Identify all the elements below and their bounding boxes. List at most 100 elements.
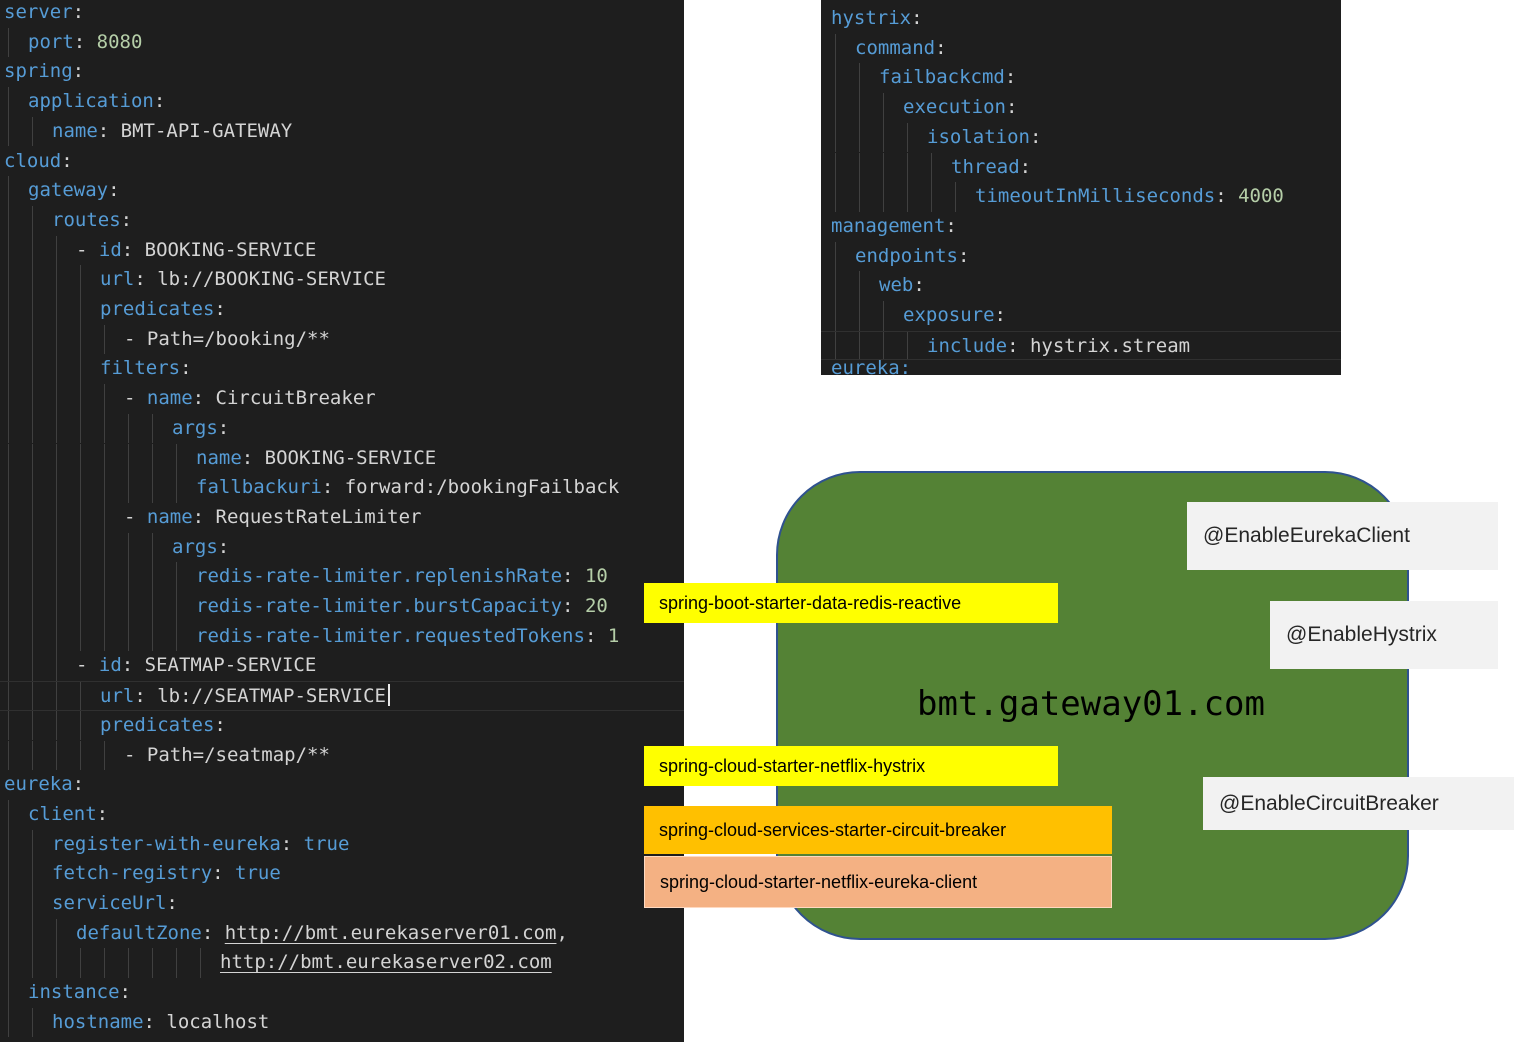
code-line: - name: RequestRateLimiter bbox=[0, 502, 684, 533]
indent-guide bbox=[56, 621, 57, 652]
indent-guide bbox=[176, 948, 177, 979]
code-line: eureka: bbox=[0, 770, 684, 800]
code-line: routes: bbox=[0, 205, 684, 236]
right-yaml-editor[interactable]: · eureka: hystrix:command:failbackcmd:ex… bbox=[821, 0, 1341, 375]
code-line: - Path=/seatmap/** bbox=[0, 740, 684, 771]
indent-guide bbox=[104, 473, 105, 503]
code-line: spring: bbox=[0, 57, 684, 87]
indent-guide bbox=[8, 682, 9, 710]
code-line: redis-rate-limiter.replenishRate: 10 bbox=[0, 562, 684, 592]
yaml-link[interactable]: http://bmt.eurekaserver02.com bbox=[220, 951, 552, 973]
code-line: management: bbox=[821, 212, 1341, 242]
yaml-link[interactable]: http://bmt.eurekaserver01.com bbox=[225, 922, 557, 944]
code-line: instance: bbox=[0, 978, 684, 1008]
indent-guide bbox=[859, 271, 860, 301]
indent-guide bbox=[32, 265, 33, 295]
indent-guide bbox=[128, 443, 129, 474]
yaml-key: spring bbox=[4, 60, 73, 83]
indent-guide bbox=[8, 978, 9, 1008]
indent-guide bbox=[80, 473, 81, 503]
code-text: redis-rate-limiter.requestedTokens: 1 bbox=[196, 624, 620, 647]
yaml-value: Path=/seatmap/** bbox=[146, 743, 330, 766]
indent-guide bbox=[32, 443, 33, 474]
yaml-key: serviceUrl bbox=[52, 892, 167, 914]
code-text: redis-rate-limiter.burstCapacity: 20 bbox=[196, 595, 608, 617]
yaml-key: exposure bbox=[903, 304, 995, 326]
indent-guide bbox=[835, 331, 836, 360]
yaml-key: name bbox=[52, 119, 98, 142]
code-text: predicates: bbox=[100, 298, 226, 320]
indent-guide bbox=[32, 413, 33, 444]
indent-guide bbox=[8, 116, 9, 147]
code-text: gateway: bbox=[28, 179, 120, 202]
indent-guide bbox=[32, 1007, 33, 1038]
indent-guide bbox=[907, 331, 908, 360]
code-text: defaultZone: http://bmt.eurekaserver01.c… bbox=[76, 921, 568, 944]
code-text: eureka: bbox=[4, 773, 85, 796]
code-text: fallbackuri: forward:/bookingFailback bbox=[196, 476, 620, 499]
code-text: isolation: bbox=[927, 125, 1042, 148]
code-line: endpoints: bbox=[821, 241, 1341, 272]
code-text: url: lb://SEATMAP-SERVICE bbox=[100, 682, 390, 712]
yaml-key: name bbox=[196, 446, 242, 469]
indent-guide bbox=[883, 182, 884, 212]
code-line: fallbackuri: forward:/bookingFailback bbox=[0, 473, 684, 503]
code-line: fetch-registry: true bbox=[0, 859, 684, 889]
indent-guide bbox=[859, 122, 860, 153]
yaml-value: lb://BOOKING-SERVICE bbox=[157, 268, 386, 291]
indent-guide bbox=[104, 621, 105, 652]
code-line: predicates: bbox=[0, 295, 684, 325]
yaml-key: args bbox=[172, 416, 218, 439]
yaml-value: lb://SEATMAP-SERVICE bbox=[157, 685, 386, 708]
code-text: redis-rate-limiter.replenishRate: 10 bbox=[196, 565, 608, 588]
code-line: isolation: bbox=[821, 122, 1341, 153]
indent-guide bbox=[56, 265, 57, 295]
yaml-key: client bbox=[28, 802, 97, 825]
indent-guide bbox=[104, 592, 105, 622]
yaml-key: name bbox=[146, 387, 193, 410]
yaml-value: BOOKING-SERVICE bbox=[144, 238, 317, 261]
indent-guide bbox=[8, 710, 9, 741]
yaml-key: thread bbox=[951, 155, 1020, 178]
yaml-key: redis-rate-limiter.burstCapacity bbox=[196, 595, 563, 617]
yaml-key: name bbox=[146, 505, 193, 528]
yaml-key: eureka bbox=[4, 773, 73, 796]
indent-guide bbox=[56, 740, 57, 771]
annotation-enable-circuit-breaker: @EnableCircuitBreaker bbox=[1203, 777, 1514, 830]
code-text: - id: BOOKING-SERVICE bbox=[76, 238, 317, 261]
indent-guide bbox=[56, 948, 57, 979]
indent-guide bbox=[80, 740, 81, 771]
indent-guide bbox=[8, 1007, 9, 1038]
yaml-key: port bbox=[28, 30, 74, 53]
indent-guide bbox=[128, 473, 129, 503]
yaml-value: BOOKING-SERVICE bbox=[264, 446, 437, 469]
indent-guide bbox=[104, 948, 105, 979]
left-yaml-editor[interactable]: server: port: 8080 spring: application: name… bbox=[0, 0, 684, 1042]
indent-guide bbox=[152, 443, 153, 474]
indent-guide bbox=[152, 948, 153, 979]
code-line: name: BOOKING-SERVICE bbox=[0, 443, 684, 474]
yaml-key: defaultZone bbox=[76, 921, 202, 944]
code-line: defaultZone: http://bmt.eurekaserver01.c… bbox=[0, 918, 684, 949]
indent-guide bbox=[907, 152, 908, 183]
code-text: failbackcmd: bbox=[879, 66, 1017, 89]
code-text: name: BMT-API-GATEWAY bbox=[52, 119, 293, 142]
indent-guide bbox=[32, 205, 33, 236]
indent-guide bbox=[32, 740, 33, 771]
yaml-key: fetch-registry bbox=[52, 862, 213, 885]
indent-guide bbox=[955, 182, 956, 212]
indent-guide bbox=[176, 562, 177, 592]
text-cursor bbox=[388, 684, 390, 707]
code-text: spring: bbox=[4, 60, 85, 83]
indent-guide bbox=[104, 740, 105, 771]
gateway-host-label: bmt.gateway01.com bbox=[917, 684, 1265, 724]
indent-guide bbox=[835, 122, 836, 153]
indent-guide bbox=[80, 324, 81, 355]
indent-guide bbox=[56, 502, 57, 533]
code-text: serviceUrl: bbox=[52, 892, 178, 914]
indent-guide bbox=[835, 182, 836, 212]
indent-guide bbox=[152, 592, 153, 622]
indent-guide bbox=[8, 889, 9, 919]
indent-guide bbox=[835, 271, 836, 301]
yaml-key: gateway bbox=[28, 179, 109, 202]
